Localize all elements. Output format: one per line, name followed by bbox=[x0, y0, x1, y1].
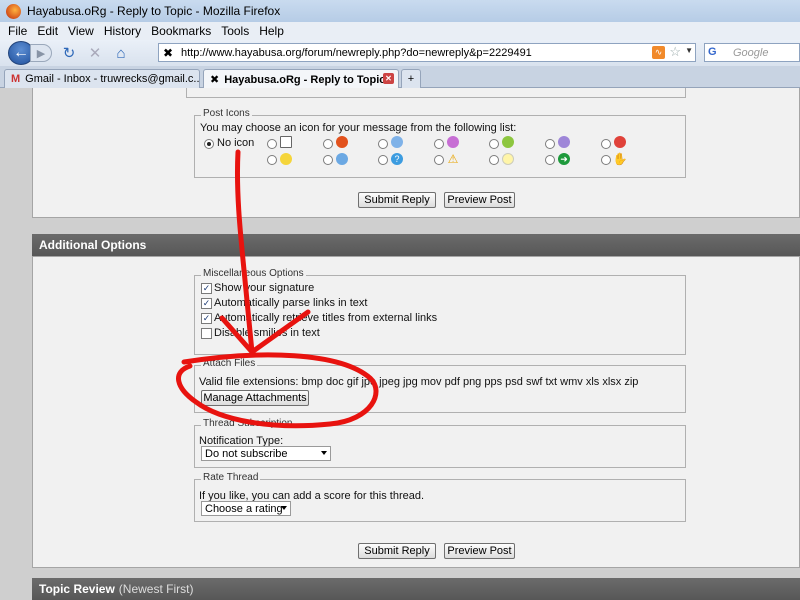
annotation-arrowhead-right bbox=[249, 309, 311, 355]
annotation-arrow-line bbox=[234, 149, 255, 355]
annotation-circle bbox=[176, 352, 379, 429]
red-annotation-overlay bbox=[176, 149, 379, 429]
